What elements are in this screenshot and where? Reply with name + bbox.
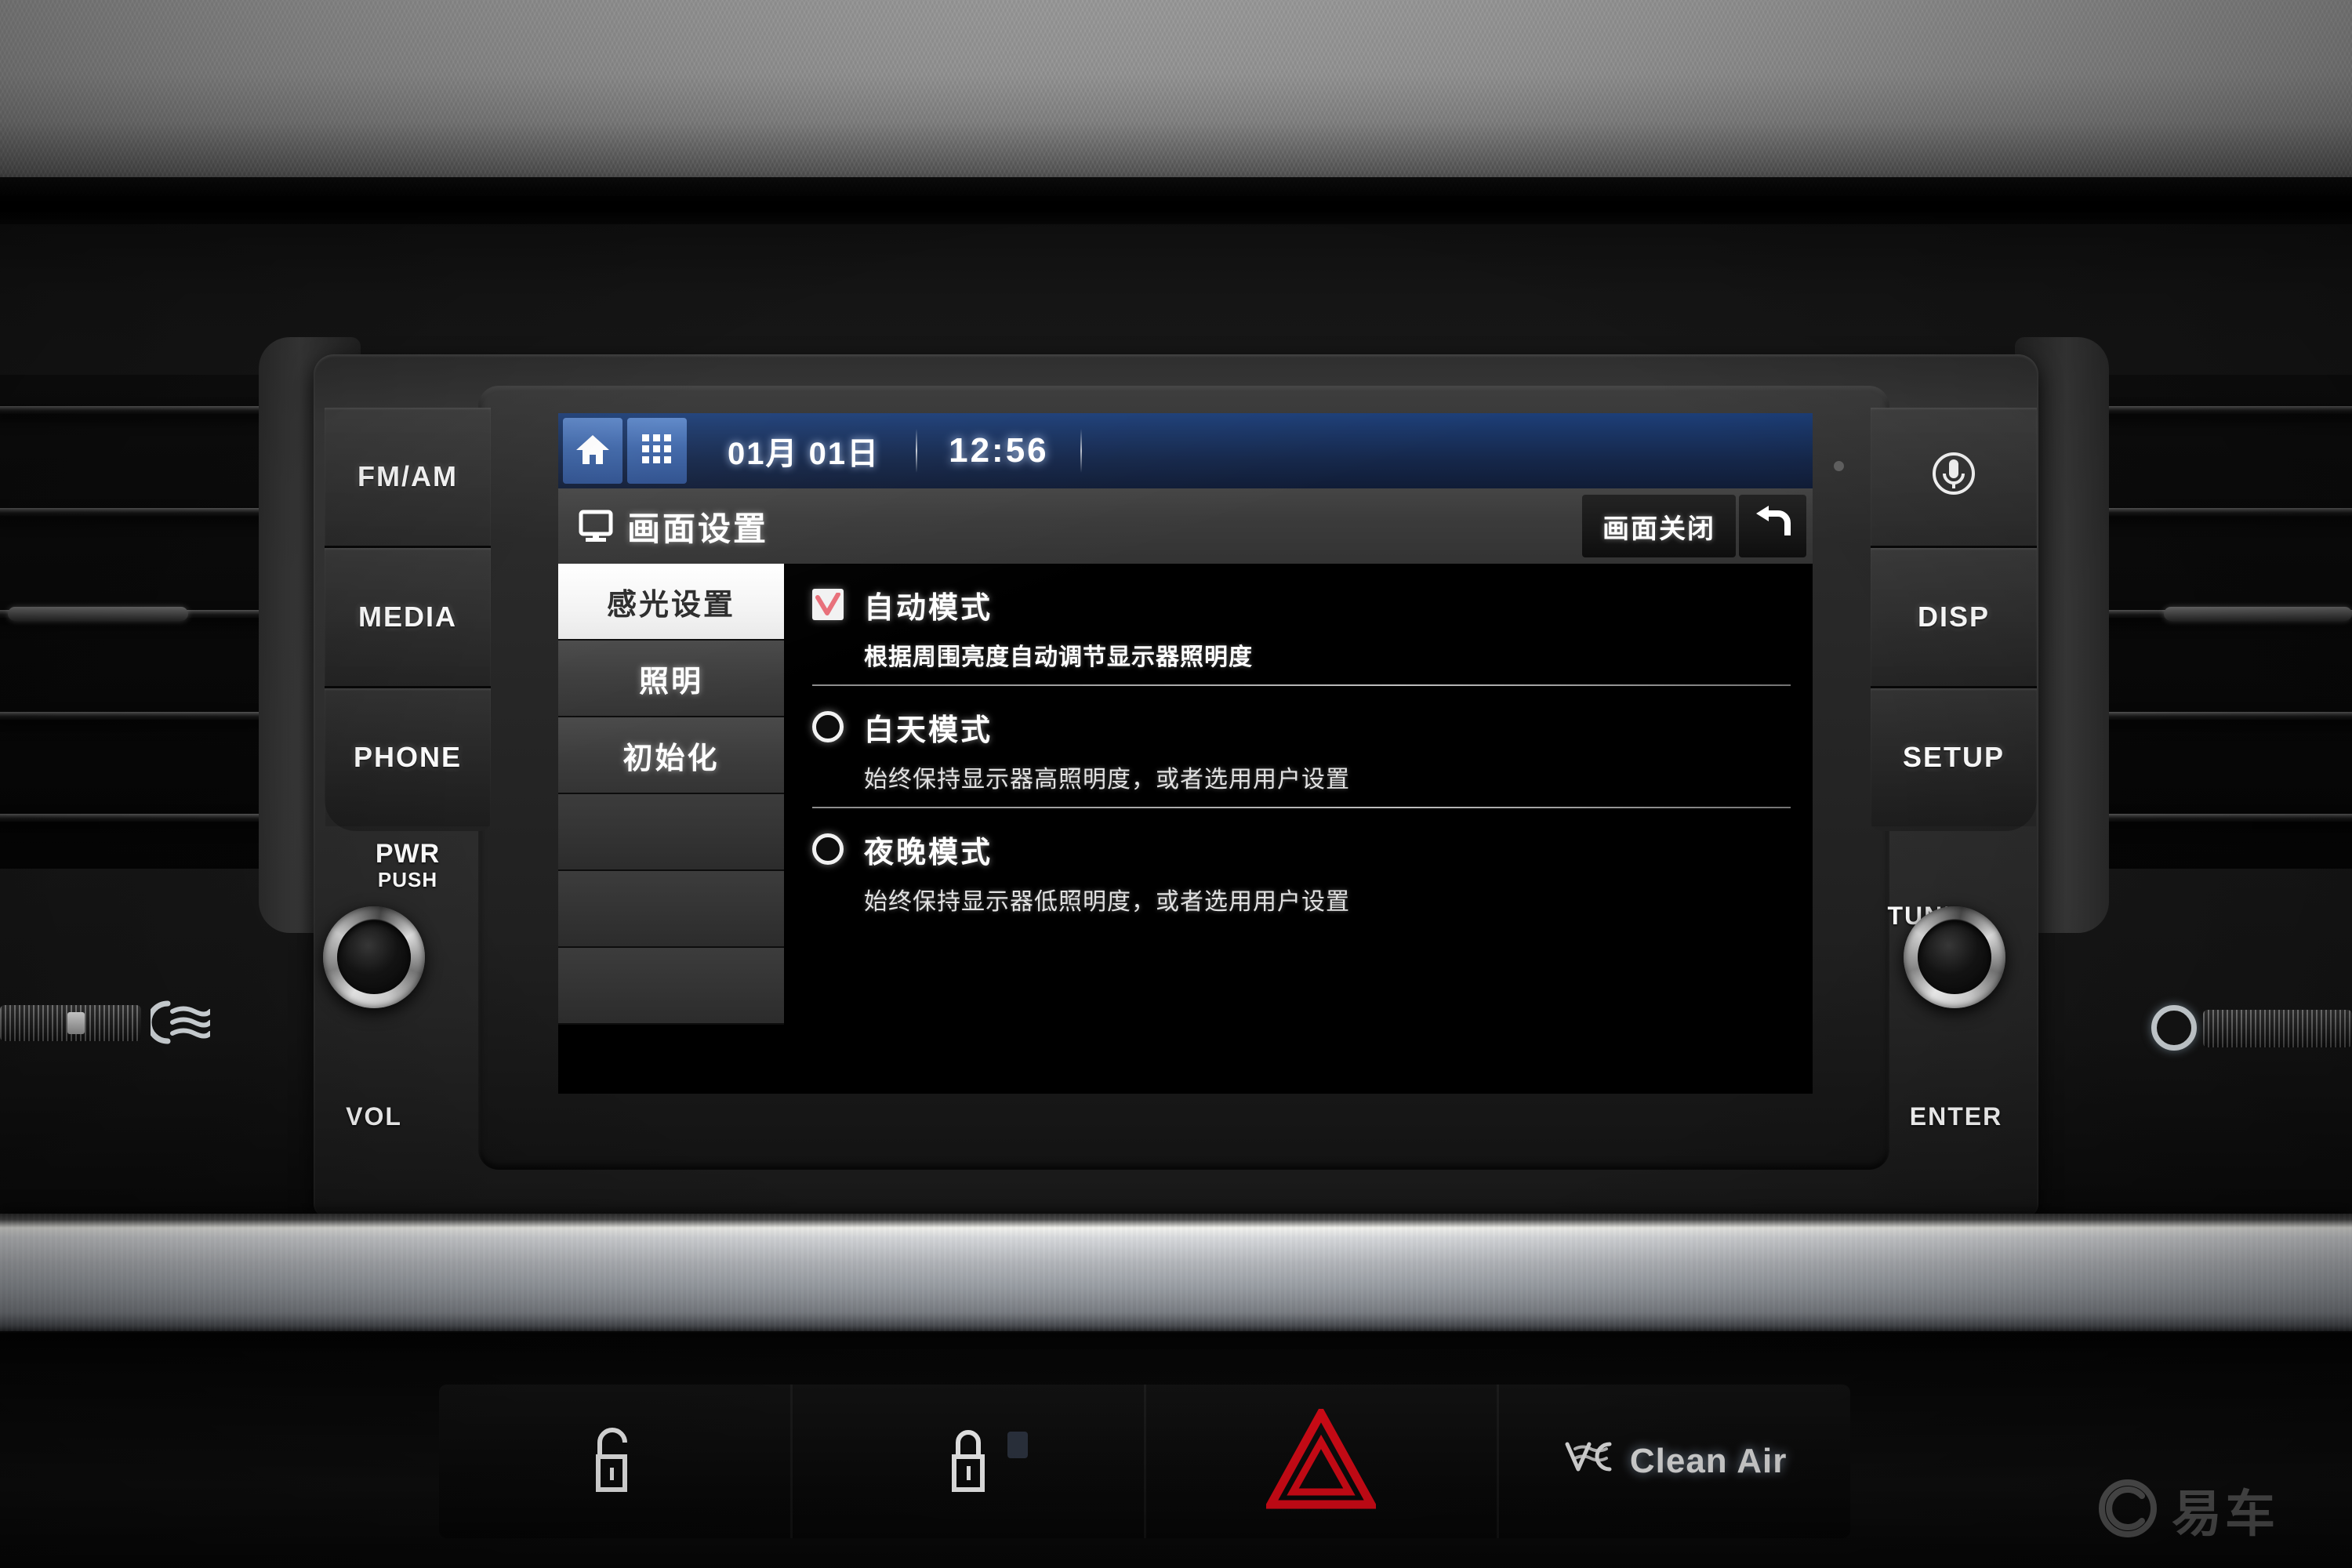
monitor-icon — [579, 509, 613, 543]
title-bar: 画面设置 画面关闭 — [558, 488, 1813, 564]
door-lock-button[interactable] — [793, 1385, 1146, 1538]
lock-status-indicator — [1007, 1432, 1028, 1458]
apps-grid-icon — [641, 432, 673, 470]
right-button-column: DISP SETUP — [1871, 408, 2037, 831]
day-mode-label: 白天模式 — [864, 713, 993, 747]
auto-mode-checkbox[interactable] — [812, 589, 844, 620]
lock-icon — [945, 1422, 992, 1501]
infotainment-screenshot: 01月 01日 12:56 画面设置 画面关闭 感光设置 照明 初始化 自动模式… — [0, 0, 2352, 1568]
vent-slider-right[interactable] — [2164, 607, 2352, 621]
status-bar: 01月 01日 12:56 — [558, 413, 1813, 488]
tab-filler-3 — [558, 948, 784, 1025]
status-divider-right — [1080, 429, 1082, 473]
day-mode-description: 始终保持显示器高照明度，或者选用用户设置 — [864, 767, 1350, 793]
option-day-mode[interactable]: 白天模式 始终保持显示器高照明度，或者选用用户设置 — [812, 686, 1791, 807]
tab-filler-1 — [558, 794, 784, 871]
clean-air-icon — [1563, 1438, 1617, 1486]
apps-button[interactable] — [627, 418, 687, 484]
chrome-trim-strip — [0, 1214, 2352, 1331]
dashboard-top-shadow — [0, 177, 2352, 224]
lower-control-panel: Clean Air — [439, 1385, 1850, 1538]
option-auto-mode[interactable]: 自动模式 根据周围亮度自动调节显示器照明度 — [812, 564, 1791, 684]
yiche-logo-icon — [2096, 1477, 2159, 1544]
tune-knob[interactable] — [1904, 906, 2005, 1008]
chrome-trim-left — [0, 1005, 141, 1041]
tab-light-sensor-settings[interactable]: 感光设置 — [558, 564, 784, 641]
hazard-button[interactable] — [1146, 1385, 1500, 1538]
volume-knob-caption: VOL — [346, 1102, 402, 1131]
home-icon — [575, 432, 611, 470]
chrome-trim-right — [2203, 1010, 2352, 1047]
night-mode-label: 夜晚模式 — [864, 836, 993, 869]
infotainment-display[interactable]: 01月 01日 12:56 画面设置 画面关闭 感光设置 照明 初始化 自动模式… — [558, 413, 1813, 1094]
option-auto-mode-row[interactable]: 自动模式 — [812, 572, 1791, 637]
page-title: 画面设置 — [627, 510, 769, 547]
option-list: 自动模式 根据周围亮度自动调节显示器照明度 白天模式 始终保持显示器高照明度，或… — [784, 564, 1813, 1094]
night-mode-description: 始终保持显示器低照明度，或者选用用户设置 — [864, 889, 1350, 915]
setup-button[interactable]: SETUP — [1871, 688, 2037, 826]
watermark: 易车 — [2096, 1474, 2278, 1546]
power-knob-label: PWR PUSH — [343, 839, 472, 892]
clean-air-group: Clean Air — [1563, 1438, 1788, 1486]
tab-filler-2 — [558, 871, 784, 948]
option-day-mode-row[interactable]: 白天模式 — [812, 694, 1791, 760]
enter-knob-caption: ENTER — [1909, 1102, 2003, 1131]
fm-am-button[interactable]: FM/AM — [325, 408, 491, 548]
settings-tab-list: 感光设置 照明 初始化 — [558, 564, 784, 1094]
airflow-icon — [146, 999, 212, 1046]
option-night-mode[interactable]: 夜晚模式 始终保持显示器低照明度，或者选用用户设置 — [812, 808, 1791, 929]
clean-air-label: Clean Air — [1629, 1442, 1788, 1480]
disp-button[interactable]: DISP — [1871, 548, 2037, 688]
power-label-line1: PWR — [375, 839, 441, 869]
power-label-line2: PUSH — [377, 868, 438, 891]
recirculation-icon — [2151, 1005, 2200, 1054]
back-arrow-icon — [1751, 504, 1794, 549]
phone-button[interactable]: PHONE — [325, 688, 491, 826]
clean-air-button[interactable]: Clean Air — [1499, 1385, 1850, 1538]
auto-mode-description: 根据周围亮度自动调节显示器照明度 — [864, 644, 1253, 670]
home-button[interactable] — [563, 418, 622, 484]
watermark-text: 易车 — [2172, 1486, 2278, 1542]
option-night-mode-row[interactable]: 夜晚模式 — [812, 816, 1791, 882]
settings-body: 感光设置 照明 初始化 自动模式 根据周围亮度自动调节显示器照明度 白天模式 始… — [558, 564, 1813, 1094]
screen-off-button[interactable]: 画面关闭 — [1582, 495, 1736, 557]
left-button-column: FM/AM MEDIA PHONE — [325, 408, 491, 831]
tab-initialize[interactable]: 初始化 — [558, 717, 784, 794]
vent-slider-left[interactable] — [8, 607, 188, 621]
volume-knob[interactable] — [323, 906, 425, 1008]
air-vent-right[interactable] — [2070, 375, 2352, 869]
ambient-light-sensor — [1834, 461, 1844, 471]
dashboard-top-pad — [0, 0, 2352, 196]
door-unlock-button[interactable] — [439, 1385, 793, 1538]
tab-illumination[interactable]: 照明 — [558, 641, 784, 717]
status-time: 12:56 — [949, 431, 1049, 470]
hazard-triangle-icon — [1264, 1404, 1379, 1515]
microphone-icon — [1929, 448, 1979, 506]
status-date: 01月 01日 — [728, 437, 880, 471]
back-button[interactable] — [1739, 495, 1806, 557]
auto-mode-label: 自动模式 — [864, 591, 993, 625]
voice-recognition-button[interactable] — [1871, 408, 2037, 548]
night-mode-radio[interactable] — [812, 833, 844, 865]
media-button[interactable]: MEDIA — [325, 548, 491, 688]
unlock-icon — [589, 1422, 641, 1501]
day-mode-radio[interactable] — [812, 711, 844, 742]
